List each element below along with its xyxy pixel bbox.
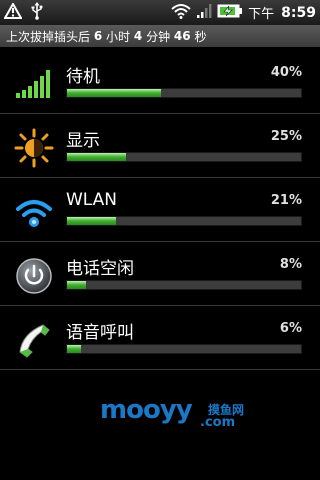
item-percent: 40%: [270, 65, 302, 80]
info-minutes: 4: [133, 29, 143, 43]
clock-time: 8:59: [281, 4, 316, 21]
list-item-voice-call[interactable]: 语音呼叫 6%: [0, 306, 320, 370]
watermark-brand: mooyy: [100, 395, 193, 425]
usage-bar: [66, 152, 302, 162]
signal-bars-icon: [14, 64, 54, 104]
info-seconds-unit: 秒: [194, 29, 207, 44]
usage-bar: [66, 344, 302, 354]
usb-icon: [30, 1, 44, 24]
item-label: 电话空闲: [66, 259, 134, 279]
watermark-domain: .com: [200, 415, 236, 430]
brightness-icon: [14, 128, 54, 168]
info-hours: 6: [93, 29, 103, 43]
item-percent: 8%: [279, 257, 302, 272]
usage-bar-fill: [67, 281, 86, 289]
clock-ampm: 下午: [248, 7, 275, 22]
item-label: WLAN: [66, 190, 118, 210]
watermark-logo: mooyy 摸鱼网 .com: [100, 395, 245, 435]
list-item-display[interactable]: 显示 25%: [0, 114, 320, 178]
phone-handset-icon: [14, 320, 54, 360]
item-percent: 25%: [270, 129, 302, 144]
usage-bar: [66, 216, 302, 226]
item-label: 显示: [66, 131, 100, 151]
info-hours-unit: 小时: [106, 29, 131, 44]
status-bar: 下午 8:59: [0, 0, 320, 25]
item-percent: 6%: [279, 321, 302, 336]
wifi-icon: [14, 192, 54, 232]
battery-usage-list: 待机 40% 显示 25% WLAN 21% 电话空闲 8% 语音呼叫 6%: [0, 50, 320, 370]
power-icon: [14, 256, 54, 296]
info-minutes-unit: 分钟: [146, 29, 171, 44]
usage-bar-fill: [67, 153, 126, 161]
usage-bar: [66, 88, 302, 98]
battery-charging-icon: [217, 3, 243, 22]
usage-bar-fill: [67, 345, 82, 353]
info-prefix: 上次拔掉插头后: [6, 29, 91, 44]
item-percent: 21%: [270, 193, 302, 208]
list-item-phone-idle[interactable]: 电话空闲 8%: [0, 242, 320, 306]
usage-bar-fill: [67, 89, 161, 97]
signal-icon: [196, 3, 212, 23]
list-item-standby[interactable]: 待机 40%: [0, 50, 320, 114]
info-seconds: 46: [173, 29, 191, 43]
wifi-icon: [171, 3, 191, 23]
list-item-wlan[interactable]: WLAN 21%: [0, 178, 320, 242]
alert-icon: [3, 1, 23, 23]
item-label: 待机: [66, 67, 100, 87]
usage-bar: [66, 280, 302, 290]
item-label: 语音呼叫: [66, 323, 134, 343]
time-since-unplugged: 上次拔掉插头后 6 小时 4 分钟 46 秒: [0, 25, 320, 47]
usage-bar-fill: [67, 217, 117, 225]
